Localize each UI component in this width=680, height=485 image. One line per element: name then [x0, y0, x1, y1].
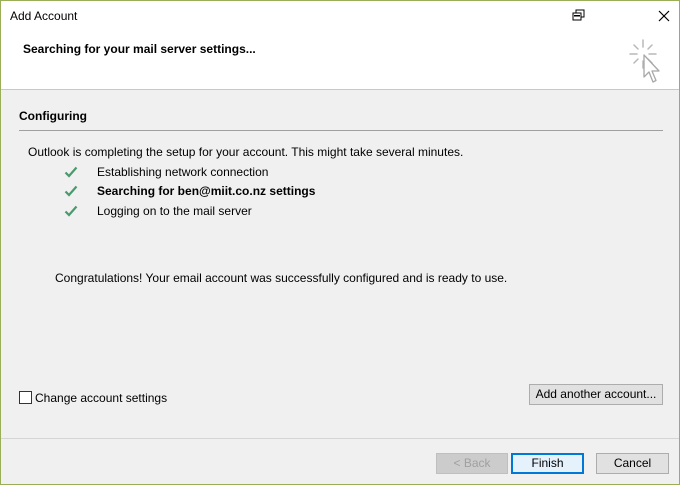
checkmark-icon	[64, 185, 78, 197]
close-icon[interactable]	[657, 9, 671, 23]
status-heading: Searching for your mail server settings.…	[23, 42, 256, 56]
add-account-dialog: Add Account Searching for your mail serv…	[0, 0, 680, 485]
step-label: Logging on to the mail server	[97, 204, 252, 218]
change-settings-checkbox[interactable]	[19, 391, 32, 404]
step-label: Establishing network connection	[97, 165, 269, 179]
busy-cursor-icon	[629, 39, 660, 83]
section-divider	[19, 130, 663, 131]
window-title: Add Account	[10, 9, 78, 23]
intro-text: Outlook is completing the setup for your…	[28, 145, 464, 159]
title-bar: Add Account	[1, 1, 679, 32]
dialog-header: Searching for your mail server settings.…	[1, 32, 679, 90]
change-settings-label[interactable]: Change account settings	[35, 391, 167, 405]
section-title: Configuring	[19, 109, 87, 123]
back-button[interactable]: < Back	[436, 453, 508, 474]
checkmark-icon	[64, 205, 78, 217]
checkmark-icon	[64, 166, 78, 178]
cancel-button[interactable]: Cancel	[596, 453, 669, 474]
add-another-account-button[interactable]: Add another account...	[529, 384, 663, 405]
step-label: Searching for ben@miit.co.nz settings	[97, 184, 316, 198]
finish-button[interactable]: Finish	[511, 453, 584, 474]
footer-divider	[1, 438, 679, 439]
restore-window-icon[interactable]	[572, 9, 586, 23]
success-message: Congratulations! Your email account was …	[55, 271, 508, 285]
